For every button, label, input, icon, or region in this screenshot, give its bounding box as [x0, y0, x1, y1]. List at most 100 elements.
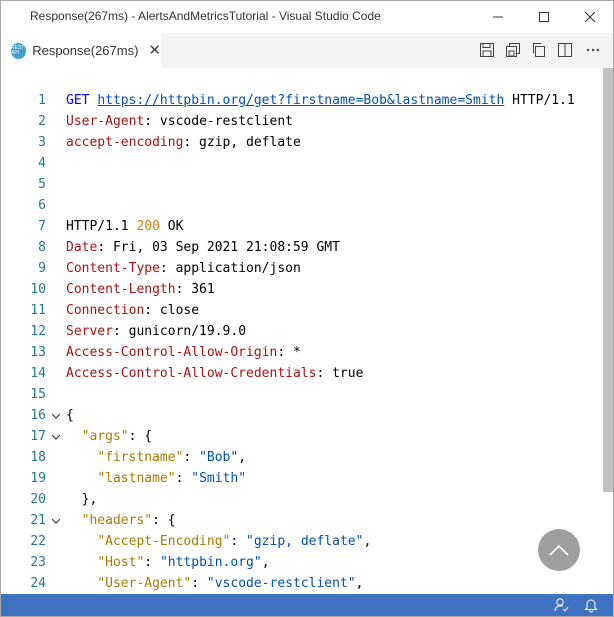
code-token: : [191, 576, 207, 591]
code-token: : application/json [159, 261, 301, 276]
request-url-link[interactable]: https://httpbin.org/get?firstname=Bob&la… [97, 93, 504, 108]
code-token: : Fri, 03 Sep 2021 21:08:59 GMT [97, 240, 340, 255]
code-token: GET [66, 93, 98, 108]
response-editor[interactable]: 1 GET https://httpbin.org/get?firstname=B… [1, 68, 613, 594]
line-number: 13 [30, 345, 46, 360]
fold-chevron-icon[interactable] [51, 510, 63, 531]
code-token: , [355, 576, 364, 591]
code-text: "args": { [66, 426, 152, 447]
code-token: : * [277, 345, 301, 360]
tab-bar: REST API Response(267ms) ✕ [1, 33, 613, 68]
code-token: : [230, 534, 247, 549]
code-text: HTTP/1.1 200 OK [66, 216, 183, 237]
tab-close-button[interactable]: ✕ [148, 43, 161, 58]
more-actions-icon[interactable] [585, 42, 601, 58]
code-text: "firstname": "Bob", [66, 447, 246, 468]
code-line: 9 Content-Type: application/json [1, 258, 601, 279]
code-token: 200 [136, 219, 160, 234]
code-token: : true [316, 366, 364, 381]
code-token: User-Agent [66, 114, 145, 129]
code-text: Connection: close [66, 300, 199, 321]
code-text: "headers": { [66, 510, 176, 531]
line-number: 24 [30, 576, 46, 591]
line-number: 12 [30, 324, 46, 339]
code-token: : [183, 450, 200, 465]
maximize-icon [539, 12, 549, 22]
code-line: 2 User-Agent: vscode-restclient [1, 111, 601, 132]
notifications-bell-icon[interactable] [583, 597, 599, 613]
split-editor-icon[interactable] [557, 42, 573, 58]
code-line: 16 { [1, 405, 601, 426]
fold-chevron-icon[interactable] [51, 426, 63, 447]
line-number: 21 [30, 513, 46, 528]
code-token: HTTP/1.1 [66, 219, 137, 234]
code-token: "User-Agent" [97, 576, 192, 591]
status-bar [1, 594, 613, 616]
code-text: Date: Fri, 03 Sep 2021 21:08:59 GMT [66, 237, 340, 258]
line-number: 10 [30, 282, 46, 297]
code-line: 18 "firstname": "Bob", [1, 447, 601, 468]
maximize-button[interactable] [521, 1, 567, 33]
code-line: 6 [1, 195, 601, 216]
code-text: "Accept-Encoding": "gzip, deflate", [66, 531, 371, 552]
code-text: User-Agent: vscode-restclient [66, 111, 293, 132]
window-title: Response(267ms) - AlertsAndMetricsTutori… [30, 9, 381, 23]
code-text: "lastname": "Smith" [66, 468, 246, 489]
line-number: 7 [38, 219, 46, 234]
code-line: 5 [1, 174, 601, 195]
scroll-to-top-button[interactable] [538, 529, 580, 571]
code-text: "User-Agent": "vscode-restclient", [66, 573, 363, 594]
rest-client-icon: REST API [11, 42, 27, 59]
code-line: 8 Date: Fri, 03 Sep 2021 21:08:59 GMT [1, 237, 601, 258]
code-token: HTTP/1.1 [504, 93, 575, 108]
code-token: "Bob" [199, 450, 239, 465]
code-line: 23 "Host": "httpbin.org", [1, 552, 601, 573]
fold-chevron-icon[interactable] [51, 405, 63, 426]
code-text: Access-Control-Allow-Origin: * [66, 342, 301, 363]
line-number: 3 [38, 135, 46, 150]
code-text: Server: gunicorn/19.9.0 [66, 321, 246, 342]
code-line: 10 Content-Length: 361 [1, 279, 601, 300]
code-text: accept-encoding: gzip, deflate [66, 132, 301, 153]
code-token: { [66, 408, 74, 423]
line-number: 11 [30, 303, 46, 318]
code-token: , [261, 555, 270, 570]
code-token: accept-encoding [66, 135, 184, 150]
code-line: 17 "args": { [1, 426, 601, 447]
code-text: "Host": "httpbin.org", [66, 552, 270, 573]
minimize-button[interactable] [475, 1, 521, 33]
code-line: 20 }, [1, 489, 601, 510]
code-token: , [238, 450, 247, 465]
close-window-button[interactable] [567, 1, 613, 33]
code-line: 14 Access-Control-Allow-Credentials: true [1, 363, 601, 384]
vscode-window: Response(267ms) - AlertsAndMetricsTutori… [0, 0, 614, 617]
code-token: Connection [66, 303, 145, 318]
save-body-icon[interactable] [505, 42, 521, 58]
line-number: 14 [30, 366, 46, 381]
code-token: "httpbin.org" [159, 555, 262, 570]
code-token: "firstname" [97, 450, 184, 465]
line-number: 20 [30, 492, 46, 507]
code-token: : { [152, 513, 176, 528]
code-line: 13 Access-Control-Allow-Origin: * [1, 342, 601, 363]
code-token: Access-Control-Allow-Origin [66, 345, 278, 360]
copy-icon[interactable] [531, 42, 547, 58]
code-token: "gzip, deflate" [246, 534, 364, 549]
line-number: 19 [30, 471, 46, 486]
code-text: GET https://httpbin.org/get?firstname=Bo… [66, 90, 575, 111]
code-text: Content-Type: application/json [66, 258, 301, 279]
save-response-icon[interactable] [479, 42, 495, 58]
tab-response[interactable]: REST API Response(267ms) ✕ [1, 33, 161, 68]
code-token: "Accept-Encoding" [97, 534, 231, 549]
code-token: , [363, 534, 372, 549]
code-line: 22 "Accept-Encoding": "gzip, deflate", [1, 531, 601, 552]
line-number: 4 [38, 156, 46, 171]
feedback-icon[interactable] [553, 597, 569, 613]
code-token: : gunicorn/19.9.0 [112, 324, 247, 339]
line-number: 15 [30, 387, 46, 402]
vertical-scrollbar[interactable] [603, 68, 613, 492]
